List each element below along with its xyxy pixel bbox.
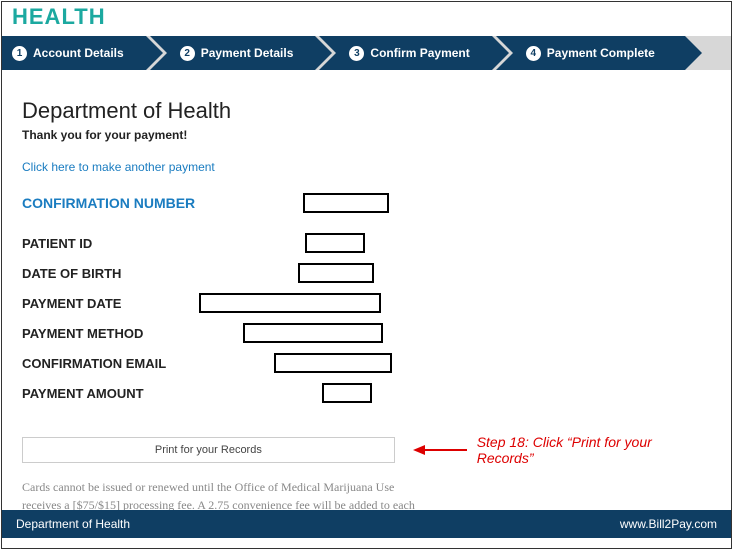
make-another-payment-link[interactable]: Click here to make another payment xyxy=(22,160,215,174)
step-number: 2 xyxy=(180,46,195,61)
page-title: Department of Health xyxy=(22,98,711,124)
step-confirm-payment: 3 Confirm Payment xyxy=(319,36,491,70)
payment-date-label: PAYMENT DATE xyxy=(22,296,121,311)
step-payment-complete: 4 Payment Complete xyxy=(496,36,685,70)
confirmation-number-value xyxy=(303,193,389,213)
footer-left: Department of Health xyxy=(16,517,130,531)
step-payment-details: 2 Payment Details xyxy=(150,36,316,70)
step-number: 3 xyxy=(349,46,364,61)
payment-date-value xyxy=(199,293,381,313)
confirmation-email-value xyxy=(274,353,392,373)
step-label: Account Details xyxy=(33,46,124,60)
confirmation-email-label: CONFIRMATION EMAIL xyxy=(22,356,166,371)
row-payment-method: PAYMENT METHOD xyxy=(22,322,711,344)
row-confirmation-email: CONFIRMATION EMAIL xyxy=(22,352,711,374)
payment-details: CONFIRMATION NUMBER PATIENT ID DATE OF B… xyxy=(22,192,711,404)
arrow-left-icon xyxy=(413,443,469,457)
print-for-records-button[interactable]: Print for your Records xyxy=(22,437,395,463)
confirmation-number-label: CONFIRMATION NUMBER xyxy=(22,195,195,211)
step-label: Payment Complete xyxy=(547,46,655,60)
patient-id-value xyxy=(305,233,365,253)
dob-label: DATE OF BIRTH xyxy=(22,266,121,281)
step-label: Payment Details xyxy=(201,46,294,60)
thank-you-text: Thank you for your payment! xyxy=(22,128,711,142)
page-footer: Department of Health www.Bill2Pay.com xyxy=(2,510,731,538)
patient-id-label: PATIENT ID xyxy=(22,236,92,251)
step-account-details: 1 Account Details xyxy=(2,36,146,70)
row-patient-id: PATIENT ID xyxy=(22,232,711,254)
progress-stepper: 1 Account Details 2 Payment Details 3 Co… xyxy=(2,36,731,70)
payment-amount-value xyxy=(322,383,372,403)
row-confirmation-number: CONFIRMATION NUMBER xyxy=(22,192,711,214)
step-number: 4 xyxy=(526,46,541,61)
step-number: 1 xyxy=(12,46,27,61)
payment-amount-label: PAYMENT AMOUNT xyxy=(22,386,144,401)
payment-method-label: PAYMENT METHOD xyxy=(22,326,143,341)
brand-logo-partial: HEALTH xyxy=(2,2,731,36)
dob-value xyxy=(298,263,374,283)
step-label: Confirm Payment xyxy=(370,46,469,60)
footer-right: www.Bill2Pay.com xyxy=(620,517,717,531)
row-payment-date: PAYMENT DATE xyxy=(22,292,711,314)
step-annotation: Step 18: Click “Print for your Records” xyxy=(477,434,711,466)
row-payment-amount: PAYMENT AMOUNT xyxy=(22,382,711,404)
row-date-of-birth: DATE OF BIRTH xyxy=(22,262,711,284)
payment-method-value xyxy=(243,323,383,343)
